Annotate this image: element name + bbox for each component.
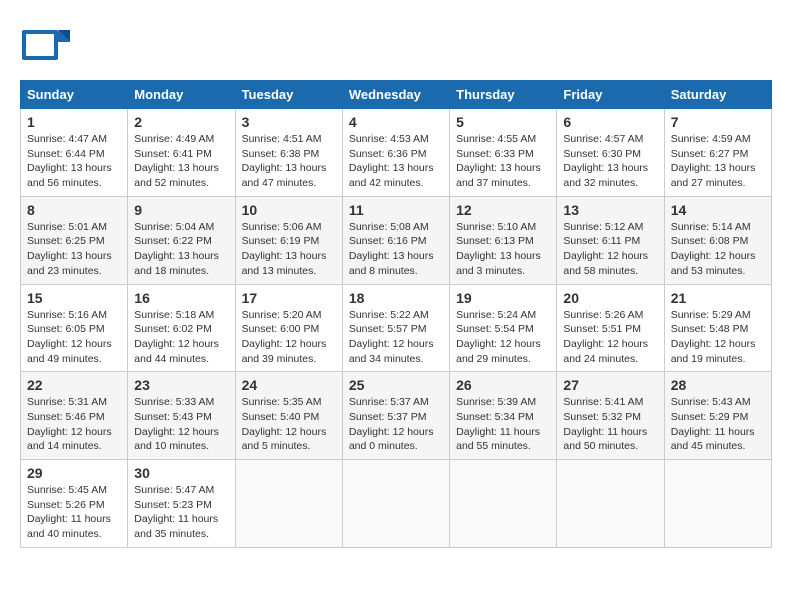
table-row: 8Sunrise: 5:01 AMSunset: 6:25 PMDaylight… [21,196,128,284]
table-row: 14Sunrise: 5:14 AMSunset: 6:08 PMDayligh… [664,196,771,284]
table-row: 9Sunrise: 5:04 AMSunset: 6:22 PMDaylight… [128,196,235,284]
calendar-week-2: 15Sunrise: 5:16 AMSunset: 6:05 PMDayligh… [21,284,772,372]
calendar-header-row: SundayMondayTuesdayWednesdayThursdayFrid… [21,81,772,109]
page-header [20,20,772,70]
day-1: 1Sunrise: 4:47 AMSunset: 6:44 PMDaylight… [21,109,128,197]
table-row [235,460,342,548]
logo [20,20,74,70]
calendar-week-4: 29Sunrise: 5:45 AMSunset: 5:26 PMDayligh… [21,460,772,548]
table-row: 3Sunrise: 4:51 AMSunset: 6:38 PMDaylight… [235,109,342,197]
table-row [450,460,557,548]
table-row: 27Sunrise: 5:41 AMSunset: 5:32 PMDayligh… [557,372,664,460]
table-row: 20Sunrise: 5:26 AMSunset: 5:51 PMDayligh… [557,284,664,372]
calendar-week-0: 1Sunrise: 4:47 AMSunset: 6:44 PMDaylight… [21,109,772,197]
table-row: 6Sunrise: 4:57 AMSunset: 6:30 PMDaylight… [557,109,664,197]
table-row: 30Sunrise: 5:47 AMSunset: 5:23 PMDayligh… [128,460,235,548]
table-row: 23Sunrise: 5:33 AMSunset: 5:43 PMDayligh… [128,372,235,460]
table-row [664,460,771,548]
table-row [557,460,664,548]
table-row: 17Sunrise: 5:20 AMSunset: 6:00 PMDayligh… [235,284,342,372]
header-thursday: Thursday [450,81,557,109]
table-row: 2Sunrise: 4:49 AMSunset: 6:41 PMDaylight… [128,109,235,197]
table-row: 24Sunrise: 5:35 AMSunset: 5:40 PMDayligh… [235,372,342,460]
table-row: 7Sunrise: 4:59 AMSunset: 6:27 PMDaylight… [664,109,771,197]
table-row: 12Sunrise: 5:10 AMSunset: 6:13 PMDayligh… [450,196,557,284]
table-row: 22Sunrise: 5:31 AMSunset: 5:46 PMDayligh… [21,372,128,460]
header-tuesday: Tuesday [235,81,342,109]
calendar-table: SundayMondayTuesdayWednesdayThursdayFrid… [20,80,772,548]
table-row: 11Sunrise: 5:08 AMSunset: 6:16 PMDayligh… [342,196,449,284]
header-monday: Monday [128,81,235,109]
calendar-week-1: 8Sunrise: 5:01 AMSunset: 6:25 PMDaylight… [21,196,772,284]
table-row: 5Sunrise: 4:55 AMSunset: 6:33 PMDaylight… [450,109,557,197]
table-row: 21Sunrise: 5:29 AMSunset: 5:48 PMDayligh… [664,284,771,372]
table-row: 10Sunrise: 5:06 AMSunset: 6:19 PMDayligh… [235,196,342,284]
table-row: 19Sunrise: 5:24 AMSunset: 5:54 PMDayligh… [450,284,557,372]
logo-graphic [20,20,70,70]
table-row: 16Sunrise: 5:18 AMSunset: 6:02 PMDayligh… [128,284,235,372]
table-row: 29Sunrise: 5:45 AMSunset: 5:26 PMDayligh… [21,460,128,548]
table-row: 13Sunrise: 5:12 AMSunset: 6:11 PMDayligh… [557,196,664,284]
header-saturday: Saturday [664,81,771,109]
table-row: 26Sunrise: 5:39 AMSunset: 5:34 PMDayligh… [450,372,557,460]
header-friday: Friday [557,81,664,109]
calendar-week-3: 22Sunrise: 5:31 AMSunset: 5:46 PMDayligh… [21,372,772,460]
table-row: 25Sunrise: 5:37 AMSunset: 5:37 PMDayligh… [342,372,449,460]
header-sunday: Sunday [21,81,128,109]
table-row: 15Sunrise: 5:16 AMSunset: 6:05 PMDayligh… [21,284,128,372]
header-wednesday: Wednesday [342,81,449,109]
table-row: 18Sunrise: 5:22 AMSunset: 5:57 PMDayligh… [342,284,449,372]
table-row [342,460,449,548]
table-row: 4Sunrise: 4:53 AMSunset: 6:36 PMDaylight… [342,109,449,197]
table-row: 28Sunrise: 5:43 AMSunset: 5:29 PMDayligh… [664,372,771,460]
